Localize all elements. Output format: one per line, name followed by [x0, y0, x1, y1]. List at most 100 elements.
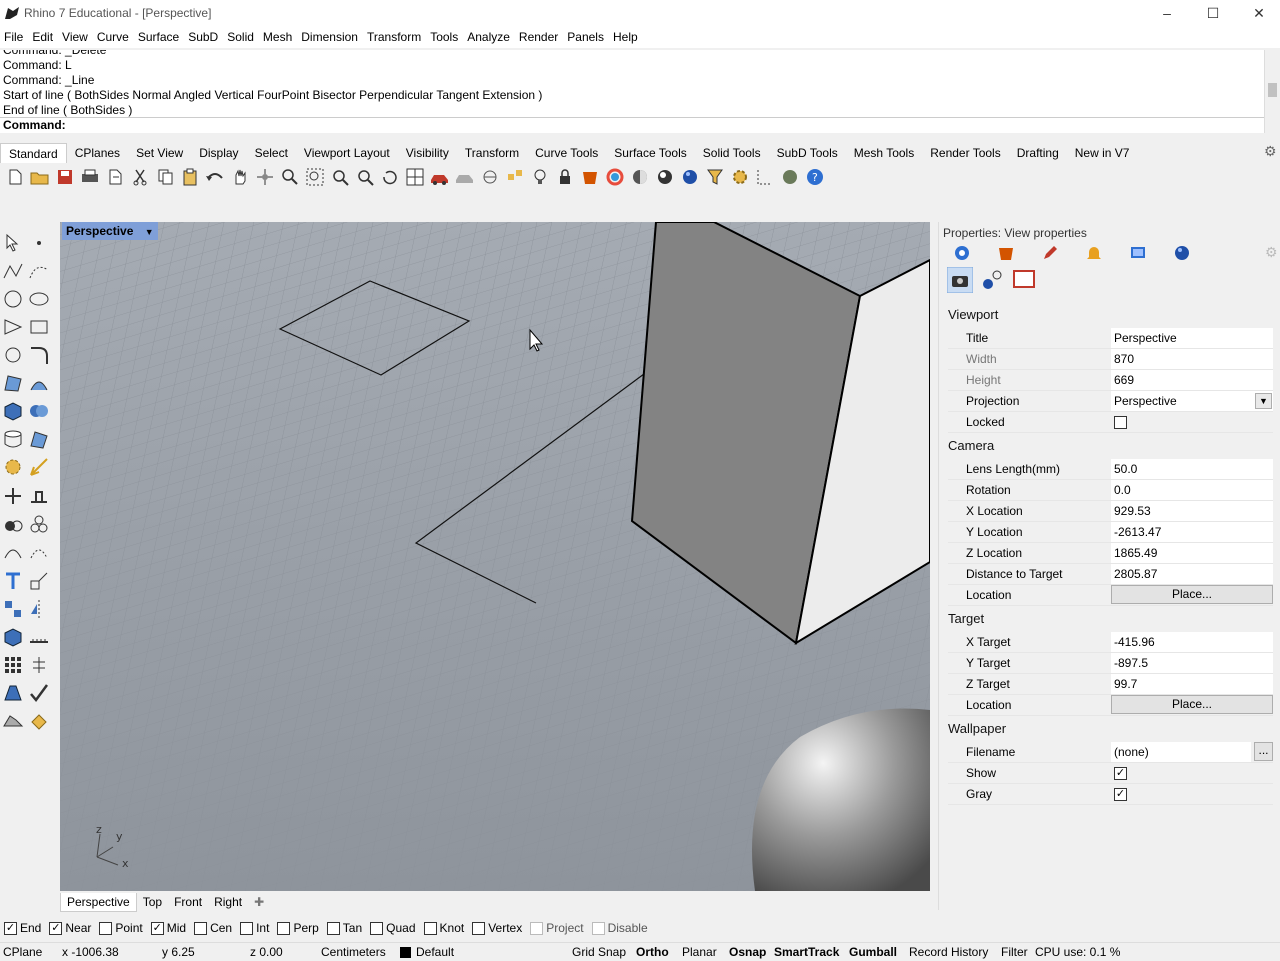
projection-select[interactable]: Perspective	[1111, 391, 1273, 411]
osnap-disable[interactable]: Disable	[591, 921, 648, 935]
y-target-field[interactable]: -897.5	[1111, 653, 1273, 673]
tab-surface-tools[interactable]: Surface Tools	[606, 143, 695, 163]
point-icon[interactable]	[28, 232, 50, 254]
osnap-mid-checkbox[interactable]: ✓	[150, 921, 164, 935]
tab-visibility[interactable]: Visibility	[398, 143, 457, 163]
menu-dimension[interactable]: Dimension	[297, 30, 363, 44]
wallpaper-frame-icon[interactable]	[1011, 267, 1037, 293]
osnap-project[interactable]: Project	[530, 921, 584, 935]
ellipse-icon[interactable]	[28, 288, 50, 310]
osnap-int-checkbox[interactable]	[240, 921, 254, 935]
gray-checkbox[interactable]: ✓	[1114, 788, 1127, 801]
cut-icon[interactable]	[129, 166, 151, 188]
add-viewport-icon[interactable]: ✚	[248, 893, 270, 911]
select-arrow-icon[interactable]	[2, 232, 24, 254]
tab-solid-tools[interactable]: Solid Tools	[695, 143, 769, 163]
perspective-viewport[interactable]: z y x	[60, 222, 930, 891]
maximize-button[interactable]: ☐	[1190, 0, 1236, 26]
tab-top[interactable]: Top	[137, 893, 168, 911]
camera-place-button[interactable]: Place...	[1111, 585, 1273, 604]
rendered-display-icon[interactable]	[654, 166, 676, 188]
planar-toggle[interactable]: Planar	[682, 943, 717, 961]
zoom-extents-icon[interactable]	[329, 166, 351, 188]
tab-right[interactable]: Right	[208, 893, 248, 911]
osnap-mid[interactable]: ✓ Mid	[150, 921, 186, 935]
tab-drafting[interactable]: Drafting	[1009, 143, 1067, 163]
paste-icon[interactable]	[179, 166, 201, 188]
rotation-field[interactable]: 0.0	[1111, 480, 1273, 500]
history-icon[interactable]	[28, 654, 50, 676]
menu-edit[interactable]: Edit	[28, 30, 58, 44]
zoom-icon[interactable]	[279, 166, 301, 188]
osnap-tan[interactable]: Tan	[326, 921, 362, 935]
tab-new-in-v7[interactable]: New in V7	[1067, 143, 1138, 163]
history-scrollbar[interactable]	[1264, 50, 1280, 117]
undo-view-icon[interactable]	[379, 166, 401, 188]
render-sphere-icon[interactable]	[679, 166, 701, 188]
menu-tools[interactable]: Tools	[426, 30, 463, 44]
osnap-perp[interactable]: Perp	[277, 921, 319, 935]
distance-field[interactable]: 2805.87	[1111, 564, 1273, 584]
mesh-tools-icon[interactable]	[2, 710, 24, 732]
osnap-tan-checkbox[interactable]	[326, 921, 340, 935]
copy-icon[interactable]	[154, 166, 176, 188]
osnap-near[interactable]: ✓ Near	[49, 921, 91, 935]
car-object-icon[interactable]	[429, 166, 451, 188]
light-bulb-icon[interactable]	[529, 166, 551, 188]
tab-select[interactable]: Select	[247, 143, 296, 163]
box-icon[interactable]	[2, 400, 24, 422]
shaded-display-icon[interactable]	[629, 166, 651, 188]
osnap-vertex-checkbox[interactable]	[472, 921, 486, 935]
osnap-end-checkbox[interactable]: ✓	[4, 921, 17, 935]
car-gray-icon[interactable]	[454, 166, 476, 188]
options-gear-icon[interactable]	[729, 166, 751, 188]
curve-tools-icon[interactable]	[2, 344, 24, 366]
mirror-icon[interactable]	[28, 598, 50, 620]
mesh-icon[interactable]	[28, 428, 50, 450]
chevron-down-icon[interactable]: ▼	[1255, 393, 1272, 409]
open-folder-icon[interactable]	[29, 166, 51, 188]
curve-icon[interactable]	[28, 260, 50, 282]
record-history-toggle[interactable]: Record History	[909, 943, 988, 961]
z-target-field[interactable]: 99.7	[1111, 674, 1273, 694]
print-icon[interactable]	[79, 166, 101, 188]
menu-file[interactable]: File	[0, 30, 28, 44]
osnap-near-checkbox[interactable]: ✓	[49, 921, 63, 935]
circle-icon[interactable]	[2, 288, 24, 310]
osnap-cen-checkbox[interactable]	[194, 921, 208, 935]
tab-set-view[interactable]: Set View	[128, 143, 191, 163]
ortho-toggle[interactable]: Ortho	[636, 943, 669, 961]
osnap-int[interactable]: Int	[240, 921, 269, 935]
surface-edit-icon[interactable]	[28, 372, 50, 394]
close-button[interactable]: ✕	[1236, 0, 1280, 26]
four-viewports-icon[interactable]	[404, 166, 426, 188]
camera-target-icon[interactable]	[979, 267, 1005, 293]
filename-field[interactable]: (none)	[1111, 742, 1251, 762]
z-location-field[interactable]: 1865.49	[1111, 543, 1273, 563]
menu-transform[interactable]: Transform	[363, 30, 426, 44]
osnap-project-checkbox[interactable]	[530, 921, 544, 935]
tab-curve-tools[interactable]: Curve Tools	[527, 143, 606, 163]
pencil-icon[interactable]	[1041, 244, 1059, 262]
command-spinner[interactable]	[1264, 117, 1280, 133]
ungroup-icon[interactable]	[28, 514, 50, 536]
menu-curve[interactable]: Curve	[93, 30, 134, 44]
tab-cplanes[interactable]: CPlanes	[67, 143, 128, 163]
osnap-point-checkbox[interactable]	[99, 921, 113, 935]
osnap-end[interactable]: ✓ End	[4, 921, 41, 935]
osnap-disable-checkbox[interactable]	[591, 921, 605, 935]
grid-array-icon[interactable]	[2, 654, 24, 676]
render-settings-icon[interactable]	[1173, 244, 1191, 262]
polyline-icon[interactable]	[2, 260, 24, 282]
osnap-quad[interactable]: Quad	[370, 921, 416, 935]
browse-button[interactable]: ...	[1254, 742, 1273, 761]
snap-object-icon[interactable]	[504, 166, 526, 188]
arc-tools-icon[interactable]	[28, 542, 50, 564]
command-input[interactable]: Command:	[0, 117, 1264, 133]
display-mode-icon[interactable]	[1129, 244, 1147, 262]
osnap-cen[interactable]: Cen	[194, 921, 232, 935]
check-icon[interactable]	[28, 682, 50, 704]
arc-icon[interactable]	[2, 542, 24, 564]
analyze-icon[interactable]	[2, 682, 24, 704]
tab-render-tools[interactable]: Render Tools	[922, 143, 1009, 163]
